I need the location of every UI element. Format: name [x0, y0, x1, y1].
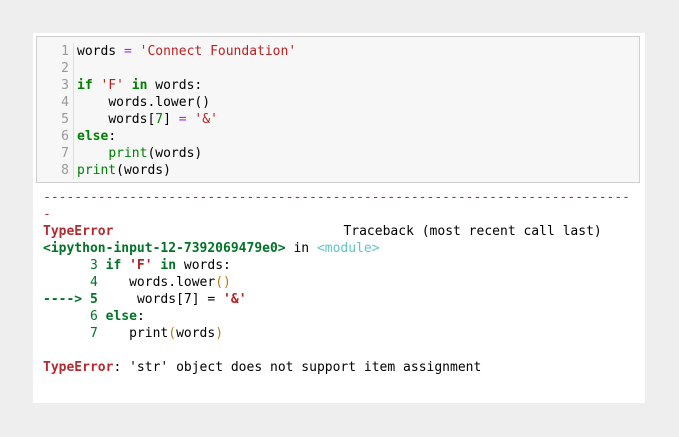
traceback-location: <ipython-input-12-7392069479e0> in <modu…	[43, 240, 639, 257]
traceback-line-number: 7	[89, 326, 98, 341]
code-token: :	[136, 309, 145, 324]
traceback-separator-tail: -	[43, 207, 51, 222]
line-number: 7	[61, 146, 69, 161]
code-token: in	[131, 78, 148, 93]
code-token: print	[77, 163, 117, 178]
traceback-line-number: 5	[89, 292, 98, 307]
traceback-line-number: 3	[89, 258, 98, 273]
code-token: words[	[108, 112, 156, 127]
code-line: print(words)	[77, 162, 296, 179]
input-reference: <ipython-input-12-7392069479e0>	[43, 241, 286, 256]
error-output: ----------------------------------------…	[43, 189, 639, 376]
code-token: 'Connect Foundation'	[139, 44, 297, 59]
error-message: : 'str' object does not support item ass…	[113, 360, 482, 375]
code-token: :	[108, 129, 117, 144]
in-word: in	[293, 241, 310, 256]
traceback-header: Traceback (most recent call last)	[343, 224, 602, 239]
code-line: else:	[77, 128, 296, 145]
code-token: (words)	[147, 146, 203, 161]
traceback-header-line: TypeError Traceback (most recent call las…	[43, 223, 639, 240]
traceback-separator: ----------------------------------------…	[43, 190, 630, 205]
code-token: words[7]	[136, 292, 200, 307]
code-token: =	[123, 44, 132, 59]
traceback-line: 7 print(words)	[43, 325, 639, 342]
module-reference: <module>	[316, 241, 380, 256]
code-token: )	[215, 326, 224, 341]
code-token: 7	[155, 112, 164, 127]
code-token: words:	[183, 258, 231, 273]
code-line: words.lower()	[77, 94, 296, 111]
code-token: words.lower	[129, 275, 216, 290]
code-token: if	[105, 258, 122, 273]
traceback-line-number: 4	[89, 275, 98, 290]
code-token: (words)	[116, 163, 171, 178]
code-token: if	[77, 78, 93, 93]
code-line: if 'F' in words:	[77, 77, 296, 94]
line-number: 5	[61, 112, 69, 127]
traceback-current-line: ----> 5 words[7] = '&'	[43, 291, 639, 308]
traceback-line: 3 if 'F' in words:	[43, 257, 639, 274]
line-number: 2	[61, 61, 69, 76]
error-name: TypeError	[43, 360, 114, 375]
code-token: print	[108, 146, 148, 161]
line-number: 3	[61, 78, 69, 93]
line-number: 1	[61, 44, 69, 59]
code-line: print(words)	[77, 145, 296, 162]
code-token: (	[168, 326, 177, 341]
code-token: words:	[155, 78, 203, 93]
code-token: in	[160, 258, 177, 273]
code-token: ]	[163, 112, 171, 127]
error-name: TypeError	[43, 224, 114, 239]
code-cell[interactable]: 1 2 3 4 5 6 7 8 words = 'Connect Foundat…	[36, 36, 640, 183]
traceback-line: 4 words.lower()	[43, 274, 639, 291]
code-editor[interactable]: words = 'Connect Foundation' if 'F' in w…	[77, 43, 296, 179]
code-line: words[7] = '&'	[77, 111, 296, 128]
traceback-line: 6 else:	[43, 308, 639, 325]
code-token: ()	[215, 275, 231, 290]
traceback-line-number: 6	[89, 309, 98, 324]
code-token: '&'	[223, 292, 247, 307]
code-token: words.lower()	[108, 95, 211, 110]
code-token: else	[77, 129, 109, 144]
code-token: 'F'	[100, 78, 124, 93]
code-token: =	[207, 292, 216, 307]
notebook-panel: 1 2 3 4 5 6 7 8 words = 'Connect Foundat…	[33, 33, 645, 403]
traceback-arrow: ---->	[43, 292, 83, 307]
line-number: 6	[61, 129, 69, 144]
code-token: 'F'	[129, 258, 153, 273]
code-token: else	[105, 309, 137, 324]
code-token: =	[178, 112, 187, 127]
final-error-line: TypeError: 'str' object does not support…	[43, 359, 639, 376]
code-token: words	[176, 326, 216, 341]
code-token: words	[77, 44, 117, 59]
code-line: words = 'Connect Foundation'	[77, 43, 296, 60]
code-token: '&'	[194, 112, 218, 127]
line-number: 4	[61, 95, 69, 110]
line-number: 8	[61, 163, 69, 178]
code-token: print	[129, 326, 169, 341]
line-number-gutter: 1 2 3 4 5 6 7 8	[37, 43, 74, 179]
